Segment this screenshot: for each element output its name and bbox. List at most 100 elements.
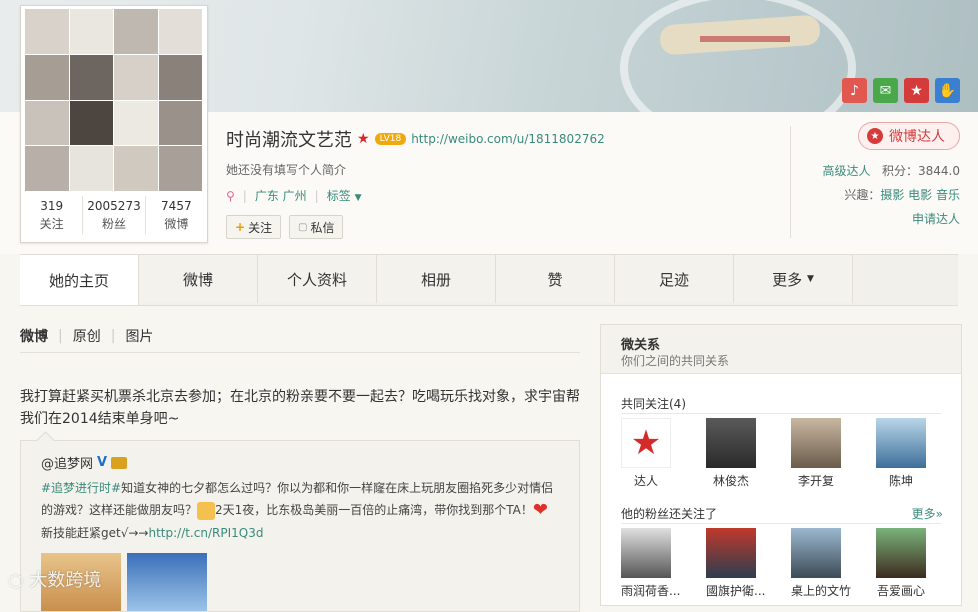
list-item[interactable]: 李开复 (791, 418, 841, 489)
profile-nav: 她的主页 微博 个人资料 相册 赞 足迹 更多 ▼ (20, 254, 958, 306)
user-name[interactable]: 桌上的文竹 (791, 582, 851, 599)
stat-following[interactable]: 319 关注 (21, 196, 84, 234)
stat-label: 关注 (39, 217, 64, 231)
user-avatar[interactable] (791, 528, 841, 578)
user-name[interactable]: 达人 (621, 472, 671, 489)
user-avatar[interactable] (706, 418, 756, 468)
banner-decoration (620, 0, 856, 112)
follow-button[interactable]: + 关注 (226, 215, 282, 239)
more-label: 更多 (772, 270, 803, 289)
tab-profile[interactable]: 个人资料 (258, 255, 377, 303)
verified-icon: V (97, 455, 108, 470)
user-name[interactable]: 林俊杰 (706, 472, 756, 489)
repost-text-part: 新技能赶紧get√→→ (41, 525, 149, 540)
chat-icon[interactable]: ✉ (873, 78, 898, 103)
more-link[interactable]: 更多» (912, 505, 943, 522)
microphone-icon[interactable]: ♪ (842, 78, 867, 103)
tags-link[interactable]: 标签 ▼ (327, 187, 362, 204)
relations-subtitle: 你们之间的共同关系 (621, 354, 730, 368)
relations-title: 微关系 (621, 338, 661, 353)
repost-box: @追梦网 V #追梦进行时#知道女神的七夕都怎么过吗？你以为都和你一样窿在床上玩… (20, 431, 580, 612)
tab-home[interactable]: 她的主页 (20, 255, 139, 305)
list-item[interactable]: 吾爱画心 (876, 528, 926, 599)
avatar-image[interactable] (25, 9, 202, 191)
divider: | (242, 188, 247, 203)
repost-author[interactable]: @追梦网 (41, 453, 93, 472)
location[interactable]: 广东 广州 (255, 187, 307, 204)
user-name[interactable]: 吾爱画心 (876, 582, 926, 599)
banner-decoration (700, 36, 790, 42)
user-name[interactable]: 陈坤 (876, 472, 926, 489)
header-divider (790, 126, 791, 238)
stat-number: 319 (40, 199, 64, 213)
tab-weibo[interactable]: 微博 (139, 255, 258, 303)
profile-name-line: 时尚潮流文艺范 ★ LV18 http://weibo.com/u/181180… (226, 126, 605, 152)
feed: 微博 | 原创 | 图片 我打算赶紧买机票杀北京去参加；在北京的粉亲要不要一起去… (20, 304, 588, 612)
subtab-weibo[interactable]: 微博 (20, 326, 48, 346)
list-item[interactable]: 雨润荷香... (621, 528, 680, 599)
weibo-talent-button[interactable]: ★ 微博达人 (858, 122, 960, 150)
stat-number: 2005273 (87, 199, 141, 213)
chevron-down-icon: ▼ (806, 274, 814, 284)
user-name[interactable]: 國旗护衛... (706, 582, 765, 599)
common-follow-list: ★ 达人 林俊杰 李开复 陈坤 (621, 418, 926, 489)
user-avatar[interactable] (876, 528, 926, 578)
repost-author-line: @追梦网 V (41, 453, 128, 472)
interest-line: 兴趣：摄影 电影 音乐 (823, 186, 960, 203)
tab-album[interactable]: 相册 (377, 255, 496, 303)
stat-label: 粉丝 (101, 217, 126, 231)
user-avatar[interactable] (706, 528, 756, 578)
user-name[interactable]: 李开复 (791, 472, 841, 489)
tab-footprint[interactable]: 足迹 (615, 255, 734, 303)
profile-intro: 她还没有填写个人简介 (226, 163, 347, 177)
divider: | (58, 328, 63, 344)
profile-name: 时尚潮流文艺范 (226, 130, 352, 151)
relations-panel: 微关系 你们之间的共同关系 共同关注(4) ★ 达人 林俊杰 李开复 陈坤 他的… (600, 324, 962, 606)
avatar[interactable]: 319 关注 2005273 粉丝 7457 微博 (20, 5, 208, 243)
post-text: 我打算赶紧买机票杀北京去参加；在北京的粉亲要不要一起去？吃喝玩乐找对象，求宇宙帮… (20, 389, 580, 427)
subtab-pictures[interactable]: 图片 (125, 326, 153, 346)
message-button[interactable]: ▢ 私信 (289, 215, 344, 239)
tags-label: 标签 (326, 189, 351, 203)
user-avatar[interactable] (876, 418, 926, 468)
repost-thumbnail[interactable] (127, 553, 207, 611)
level-label[interactable]: 高级达人 (823, 164, 871, 178)
short-link[interactable]: http://t.cn/RPI1Q3d (148, 526, 263, 540)
stat-fans[interactable]: 2005273 粉丝 (83, 196, 146, 234)
vip-star-icon: ★ (357, 131, 370, 147)
follow-label: 关注 (248, 220, 273, 235)
list-item[interactable]: 國旗护衛... (706, 528, 765, 599)
banner-icons: ♪ ✉ ★ ✋ (842, 78, 960, 103)
subtab-original[interactable]: 原创 (73, 326, 101, 346)
tab-more[interactable]: 更多 ▼ (734, 255, 853, 303)
list-item[interactable]: ★ 达人 (621, 418, 671, 489)
vip-info: ★ 微博达人 高级达人 积分：3844.0 兴趣：摄影 电影 音乐 申请达人 (823, 122, 960, 227)
user-avatar[interactable]: ★ (621, 418, 671, 468)
list-item[interactable]: 桌上的文竹 (791, 528, 851, 599)
user-avatar[interactable] (791, 418, 841, 468)
tab-likes[interactable]: 赞 (496, 255, 615, 303)
location-pin-icon: ⚲ (226, 188, 235, 203)
hand-icon[interactable]: ✋ (935, 78, 960, 103)
interests[interactable]: 摄影 电影 音乐 (880, 188, 960, 202)
star-icon[interactable]: ★ (904, 78, 929, 103)
divider: | (314, 188, 319, 203)
level-line: 高级达人 积分：3844.0 (823, 162, 960, 179)
feed-subtabs: 微博 | 原创 | 图片 (20, 326, 153, 346)
list-item[interactable]: 陈坤 (876, 418, 926, 489)
topic-link[interactable]: #追梦进行时# (41, 481, 121, 495)
divider (20, 352, 580, 353)
envelope-icon: ▢ (298, 221, 308, 233)
user-avatar[interactable] (621, 528, 671, 578)
plus-icon: + (235, 220, 246, 234)
apply-talent-link[interactable]: 申请达人 (823, 210, 960, 227)
list-item[interactable]: 林俊杰 (706, 418, 756, 489)
user-name[interactable]: 雨润荷香... (621, 582, 680, 599)
level-badge: LV18 (374, 133, 407, 145)
location-line: ⚲ | 广东 广州 | 标签 ▼ (226, 187, 361, 204)
stat-posts[interactable]: 7457 微博 (146, 196, 207, 234)
fans-follow-title: 他的粉丝还关注了 (621, 507, 718, 521)
profile-url[interactable]: http://weibo.com/u/1811802762 (411, 132, 605, 146)
heart-icon: ❤ (532, 499, 548, 521)
chevron-down-icon: ▼ (354, 193, 362, 203)
